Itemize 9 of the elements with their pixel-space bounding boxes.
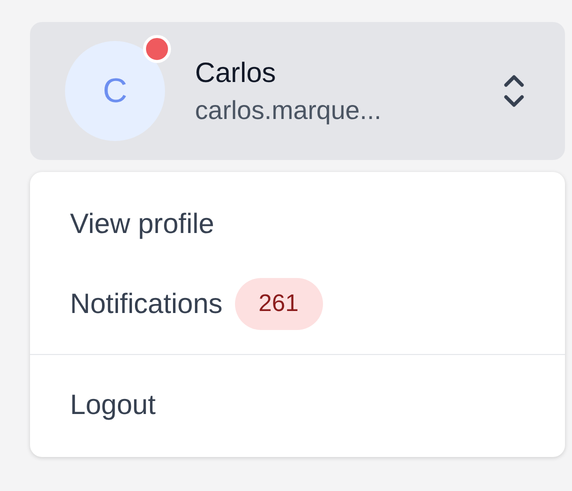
user-email: carlos.marque... [195, 94, 382, 127]
user-name: Carlos [195, 56, 277, 90]
avatar-initial: C [102, 70, 128, 112]
menu-item[interactable]: View profile [30, 184, 565, 264]
menu-item[interactable]: Logout [30, 365, 565, 445]
count-badge: 261 [234, 278, 323, 330]
account-switcher[interactable]: C Carlos carlos.marque... [30, 22, 565, 160]
chevron-up-down-icon [503, 73, 525, 109]
menu-item[interactable]: Notifications 261 [30, 264, 565, 344]
